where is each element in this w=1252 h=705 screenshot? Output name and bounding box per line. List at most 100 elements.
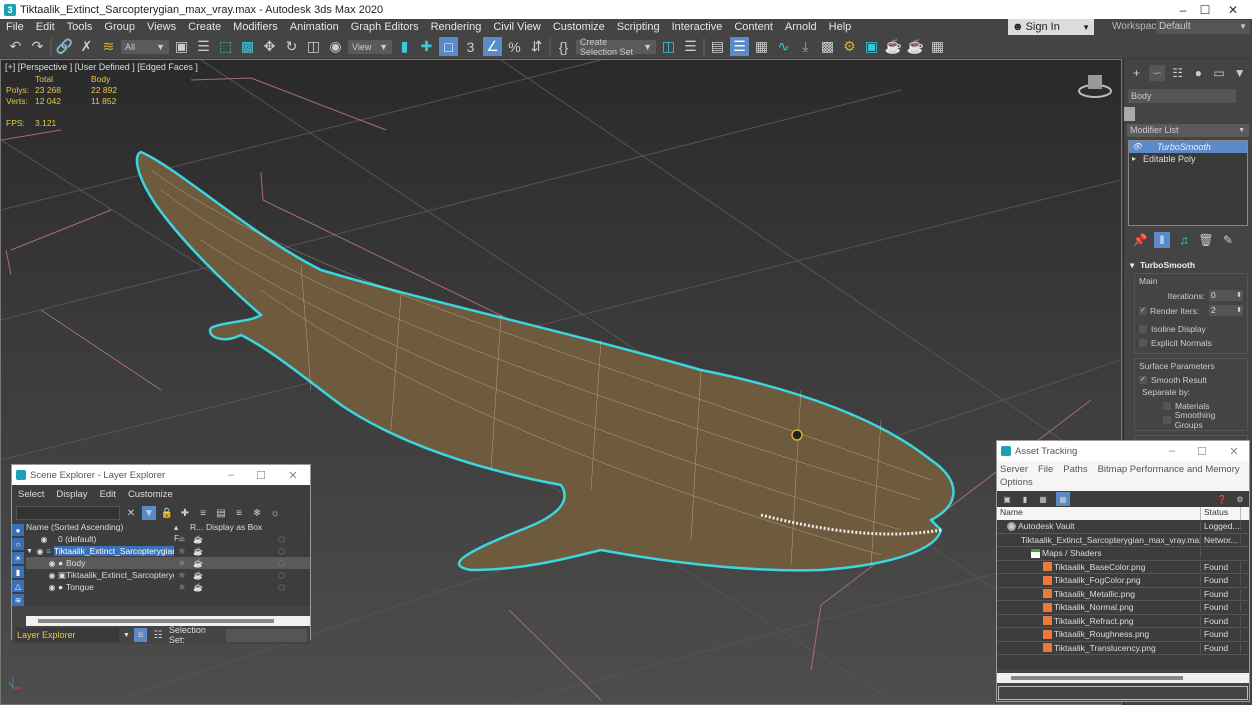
menu-views[interactable]: Views <box>141 21 182 33</box>
eye-icon[interactable]: ◉ <box>38 535 50 544</box>
toggle-layer-explorer-icon[interactable]: ☰ <box>730 37 749 56</box>
asset-row[interactable]: Maps / Shaders <box>997 547 1249 561</box>
menu-civil-view[interactable]: Civil View <box>487 21 546 33</box>
link-icon[interactable]: 🔗 <box>55 37 74 56</box>
asset-row[interactable]: Tiktaalik_Metallic.png Found <box>997 588 1249 601</box>
freeze-icon[interactable]: ❄ <box>174 535 190 544</box>
percent-snap-icon[interactable]: % <box>505 37 524 56</box>
named-selection-dropdown[interactable]: Create Selection Set ▼ <box>576 37 656 57</box>
make-current-layer-icon[interactable]: ▤ <box>214 506 228 520</box>
freeze-icon[interactable]: ❄ <box>250 506 264 520</box>
scene-explorer-titlebar[interactable]: Scene Explorer - Layer Explorer – ☐ ✕ <box>12 465 310 485</box>
menu-help[interactable]: Help <box>823 21 858 33</box>
schematic-view-icon[interactable]: ⤓ <box>796 37 815 56</box>
asset-path-field[interactable] <box>998 685 1248 700</box>
hierarchy-tab-icon[interactable]: ☷ <box>1169 65 1186 81</box>
object-name-field[interactable]: Body <box>1128 89 1236 103</box>
eye-icon[interactable]: ◉ <box>46 583 58 592</box>
curve-editor-icon[interactable]: ∿ <box>774 37 793 56</box>
explicit-normals-checkbox[interactable] <box>1139 339 1147 347</box>
se-menu-edit[interactable]: Edit <box>100 489 116 500</box>
render-in-cloud-icon[interactable]: ☕ <box>906 37 925 56</box>
settings-icon[interactable]: ⚙ <box>1235 494 1245 504</box>
create-layer-icon[interactable]: ≡ <box>196 506 210 520</box>
expand-icon[interactable]: ▸ <box>1132 153 1136 165</box>
search-input[interactable] <box>16 506 120 520</box>
at-menu-file[interactable]: File <box>1038 464 1053 475</box>
grid-view-icon[interactable]: ▦ <box>1056 492 1070 506</box>
modifier-list-dropdown[interactable]: Modifier List ▼ <box>1127 124 1249 137</box>
remove-modifier-icon[interactable]: 🗑 <box>1198 232 1214 248</box>
stack-item-turbosmooth[interactable]: 👁 TurboSmooth <box>1129 141 1247 153</box>
layer-view-icon[interactable]: ≡ <box>133 628 148 642</box>
menu-group[interactable]: Group <box>98 21 141 33</box>
menu-customize[interactable]: Customize <box>547 21 611 33</box>
menu-interactive[interactable]: Interactive <box>666 21 729 33</box>
asset-row[interactable]: Tiktaalik_BaseColor.png Found <box>997 561 1249 574</box>
sign-in-dropdown[interactable]: ☻ Sign In ▼ <box>1008 19 1094 35</box>
eye-icon[interactable]: ◉ <box>46 571 58 580</box>
render-icon[interactable]: ☕ <box>190 571 206 580</box>
workspaces-dropdown[interactable]: Default ▼ <box>1156 20 1250 34</box>
placement-icon[interactable]: ◉ <box>326 37 345 56</box>
bind-space-warp-icon[interactable]: ≋ <box>99 37 118 56</box>
rendered-frame-window-icon[interactable]: ▣ <box>862 37 881 56</box>
list-view-icon[interactable]: ▮ <box>1020 494 1030 504</box>
make-unique-icon[interactable]: ♫ <box>1176 232 1192 248</box>
clear-search-icon[interactable]: ✕ <box>124 506 138 520</box>
render-icon[interactable]: ☕ <box>190 535 206 544</box>
tree-row[interactable]: ◉ 0 (default) ❄ ☕ ⬡ <box>26 533 310 545</box>
unlink-icon[interactable]: ✗ <box>77 37 96 56</box>
object-color-swatch[interactable] <box>1124 107 1135 121</box>
se-menu-display[interactable]: Display <box>56 489 87 500</box>
edit-named-selection-icon[interactable]: {} <box>554 37 573 56</box>
scale-icon[interactable]: ◫ <box>304 37 323 56</box>
utilities-tab-icon[interactable]: ▼ <box>1231 65 1248 81</box>
toggle-scene-explorer-icon[interactable]: ▤ <box>708 37 727 56</box>
eye-icon[interactable]: ◉ <box>46 559 58 568</box>
lock-icon[interactable]: 🔒 <box>160 506 174 520</box>
selection-set-dropdown[interactable] <box>226 628 308 642</box>
menu-modifiers[interactable]: Modifiers <box>227 21 284 33</box>
create-tab-icon[interactable]: + <box>1128 65 1145 81</box>
asset-row[interactable]: Tiktaalik_Roughness.png Found <box>997 628 1249 642</box>
table-view-icon[interactable]: ▦ <box>1038 494 1048 504</box>
column-name[interactable]: Name <box>997 507 1201 520</box>
display-shapes-icon[interactable]: ○ <box>12 538 24 550</box>
layers-icon[interactable]: ≡ <box>232 506 246 520</box>
column-status[interactable]: Status <box>1201 507 1241 520</box>
horizontal-scrollbar[interactable] <box>26 616 310 626</box>
scrollbar-thumb[interactable] <box>38 619 274 623</box>
horizontal-scrollbar[interactable] <box>997 672 1249 683</box>
materials-checkbox[interactable] <box>1163 402 1171 410</box>
menu-file[interactable]: File <box>0 21 30 33</box>
eye-icon[interactable]: ◉ <box>34 547 46 556</box>
column-frozen[interactable]: ▴ F... <box>174 522 190 543</box>
display-tab-icon[interactable]: ▭ <box>1211 65 1228 81</box>
asset-row[interactable]: Autodesk Vault Logged... <box>997 520 1249 534</box>
menu-graph-editors[interactable]: Graph Editors <box>345 21 425 33</box>
select-by-name-icon[interactable]: ☰ <box>194 37 213 56</box>
asset-row[interactable]: Tiktaalik_Translucency.png Found <box>997 642 1249 655</box>
tree-row[interactable]: ◉▣Tiktaalik_Extinct_Sarcopterygian❄☕ ⬡ <box>26 569 310 581</box>
asset-row[interactable]: Tiktaalik_FogColor.png Found <box>997 574 1249 588</box>
column-renderable[interactable]: R... <box>190 522 206 533</box>
menu-animation[interactable]: Animation <box>284 21 345 33</box>
show-end-result-icon[interactable]: ‖ <box>1154 232 1170 248</box>
eye-icon[interactable]: 👁 <box>1132 141 1142 153</box>
box-icon[interactable]: ⬡ <box>278 547 292 556</box>
asset-row[interactable]: Tiktaalik_Extinct_Sarcopterygian_max_vra… <box>997 534 1249 547</box>
display-geometry-icon[interactable]: ● <box>12 524 24 536</box>
rotate-icon[interactable]: ↻ <box>282 37 301 56</box>
menu-tools[interactable]: Tools <box>61 21 99 33</box>
modify-tab-icon[interactable]: ∽ <box>1148 65 1166 81</box>
display-cameras-icon[interactable]: ▮ <box>12 566 24 578</box>
undo-icon[interactable]: ↶ <box>6 37 25 56</box>
render-icon[interactable]: ☕ <box>190 583 206 592</box>
close-button[interactable]: ✕ <box>1219 441 1249 461</box>
selection-filter-dropdown[interactable]: All ▼ <box>121 39 169 54</box>
window-crossing-icon[interactable]: ▩ <box>238 37 257 56</box>
asset-tracking-titlebar[interactable]: Asset Tracking – ☐ ✕ <box>997 441 1249 461</box>
view-cube-icon[interactable] <box>1078 75 1112 98</box>
se-menu-customize[interactable]: Customize <box>128 489 173 500</box>
